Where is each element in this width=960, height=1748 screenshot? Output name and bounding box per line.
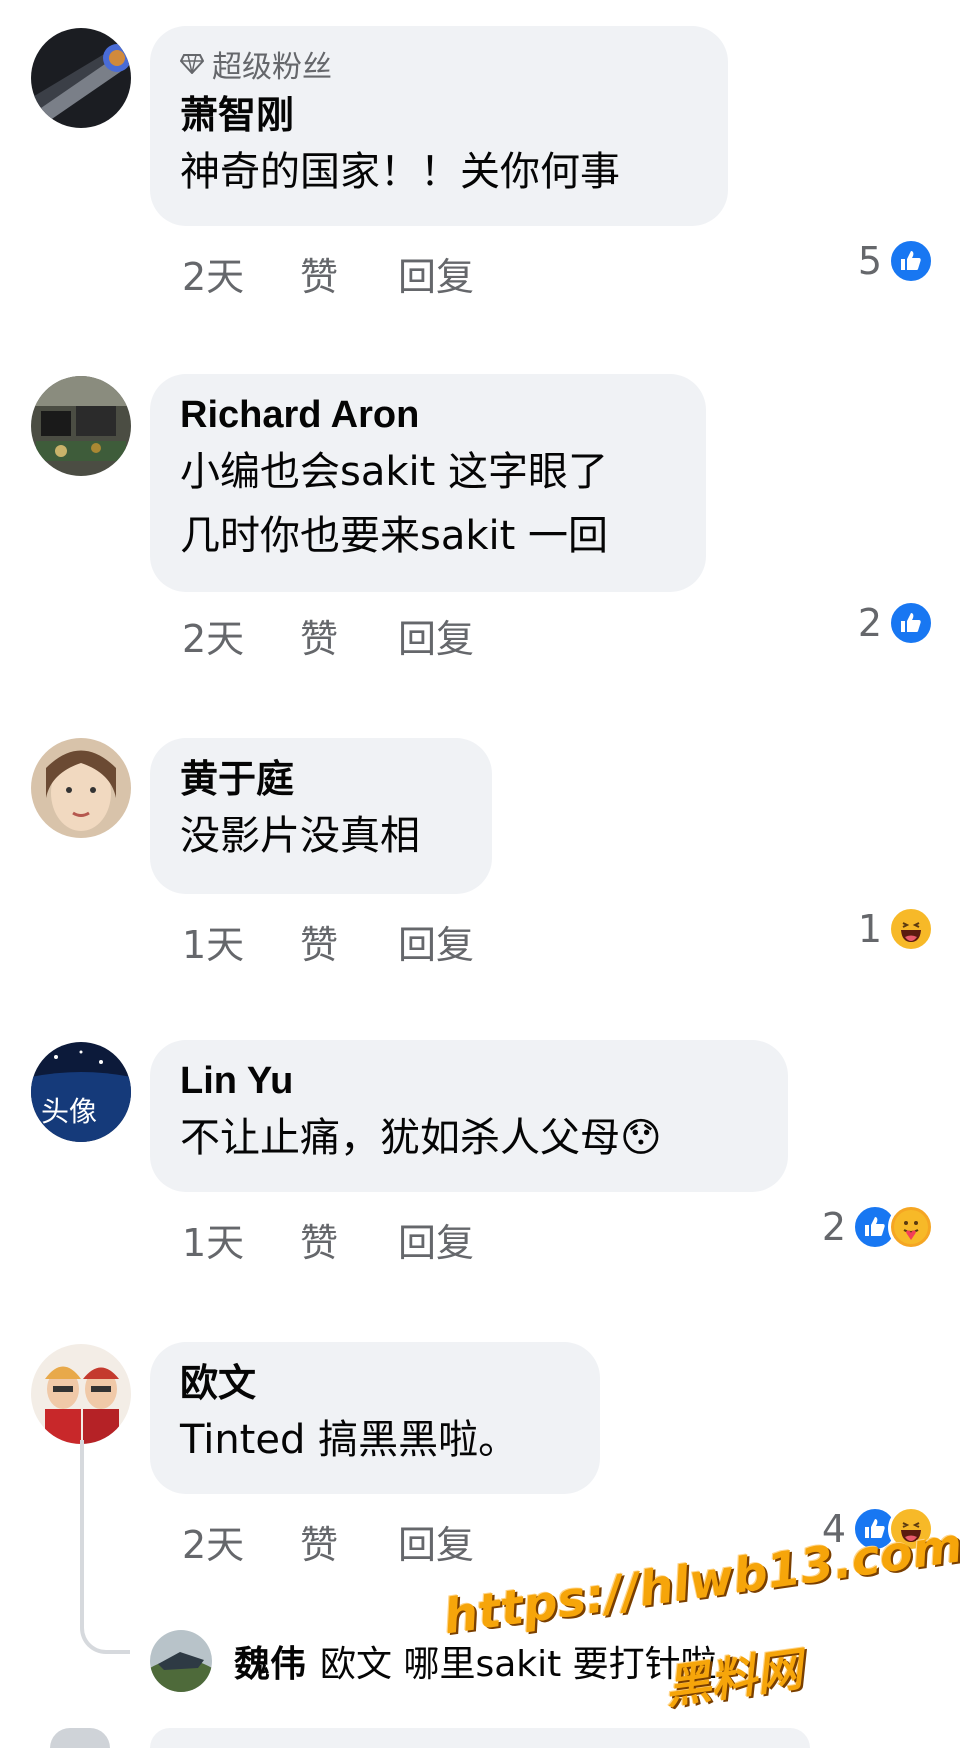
comment-text: 神奇的国家！！关你何事	[180, 149, 620, 195]
like-icon	[888, 600, 934, 646]
timestamp[interactable]: 1天	[182, 1212, 300, 1267]
watermark-url: https://hlwb13.com	[440, 1517, 960, 1646]
comment-text: 不让止痛，犹如杀人父母😯	[180, 1115, 662, 1161]
reply-button[interactable]: 回复	[398, 1514, 474, 1569]
like-icon	[888, 238, 934, 284]
comment-actions: 1天 赞 回复	[182, 1212, 474, 1267]
comment-bubble: 超级粉丝 萧智刚 神奇的国家！！关你何事	[150, 26, 728, 226]
timestamp[interactable]: 1天	[182, 914, 300, 969]
reaction-summary[interactable]: 2	[822, 1204, 934, 1250]
reaction-summary[interactable]: 5	[858, 238, 934, 284]
thread-connector	[80, 1440, 130, 1654]
comment-text: 小编也会sakit 这字眼了	[180, 449, 609, 495]
reaction-summary[interactable]: 2	[858, 600, 934, 646]
avatar-label: 头像	[41, 1095, 98, 1128]
avatar[interactable]	[31, 28, 131, 128]
comment-text: 没影片没真相	[180, 813, 420, 859]
comment-bubble: 黄于庭 没影片没真相	[150, 738, 492, 894]
avatar[interactable]: 头像	[31, 1042, 131, 1142]
comment-bubble: 欧文 Tinted 搞黑黑啦。	[150, 1342, 600, 1494]
badge-label: 超级粉丝	[212, 50, 332, 85]
commenter-name[interactable]: Richard Aron	[180, 390, 676, 440]
comment-bubble: Richard Aron 小编也会sakit 这字眼了 几时你也要来sakit …	[150, 374, 706, 592]
comment-text: 几时你也要来sakit 一回	[180, 513, 609, 559]
reply-button[interactable]: 回复	[398, 1212, 474, 1267]
reaction-summary[interactable]: 1	[858, 906, 934, 952]
timestamp[interactable]: 2天	[182, 1514, 300, 1569]
avatar[interactable]	[150, 1630, 212, 1692]
comment-bubble	[150, 1728, 810, 1748]
comment-bubble: Lin Yu 不让止痛，犹如杀人父母😯	[150, 1040, 788, 1192]
haha-icon	[888, 906, 934, 952]
reaction-count: 5	[857, 239, 882, 283]
reaction-count: 2	[857, 601, 882, 645]
reply-button[interactable]: 回复	[398, 246, 474, 301]
like-button[interactable]: 赞	[300, 1212, 398, 1267]
reply-author[interactable]: 魏伟	[234, 1635, 306, 1687]
comment-actions: 2天 赞 回复	[182, 246, 474, 301]
like-button[interactable]: 赞	[300, 1514, 398, 1569]
reaction-count: 1	[857, 907, 882, 951]
top-fan-badge: 超级粉丝	[179, 42, 698, 86]
avatar[interactable]	[31, 738, 131, 838]
reply-button[interactable]: 回复	[398, 914, 474, 969]
diamond-icon	[179, 47, 205, 82]
timestamp[interactable]: 2天	[182, 608, 300, 663]
commenter-name[interactable]: 萧智刚	[180, 90, 698, 140]
commenter-name[interactable]: 黄于庭	[180, 754, 462, 804]
avatar	[50, 1728, 110, 1748]
avatar[interactable]	[31, 1344, 131, 1444]
reply-button[interactable]: 回复	[398, 608, 474, 663]
like-button[interactable]: 赞	[300, 246, 398, 301]
comment-text: Tinted 搞黑黑啦。	[180, 1417, 519, 1463]
comment-actions: 2天 赞 回复	[182, 608, 474, 663]
comment-actions: 2天 赞 回复	[182, 1514, 474, 1569]
comment-actions: 1天 赞 回复	[182, 914, 474, 969]
care-icon	[888, 1204, 934, 1250]
commenter-name[interactable]: Lin Yu	[180, 1056, 758, 1106]
like-button[interactable]: 赞	[300, 608, 398, 663]
avatar[interactable]	[31, 376, 131, 476]
commenter-name[interactable]: 欧文	[180, 1358, 570, 1408]
reaction-count: 2	[821, 1205, 846, 1249]
timestamp[interactable]: 2天	[182, 246, 300, 301]
like-button[interactable]: 赞	[300, 914, 398, 969]
